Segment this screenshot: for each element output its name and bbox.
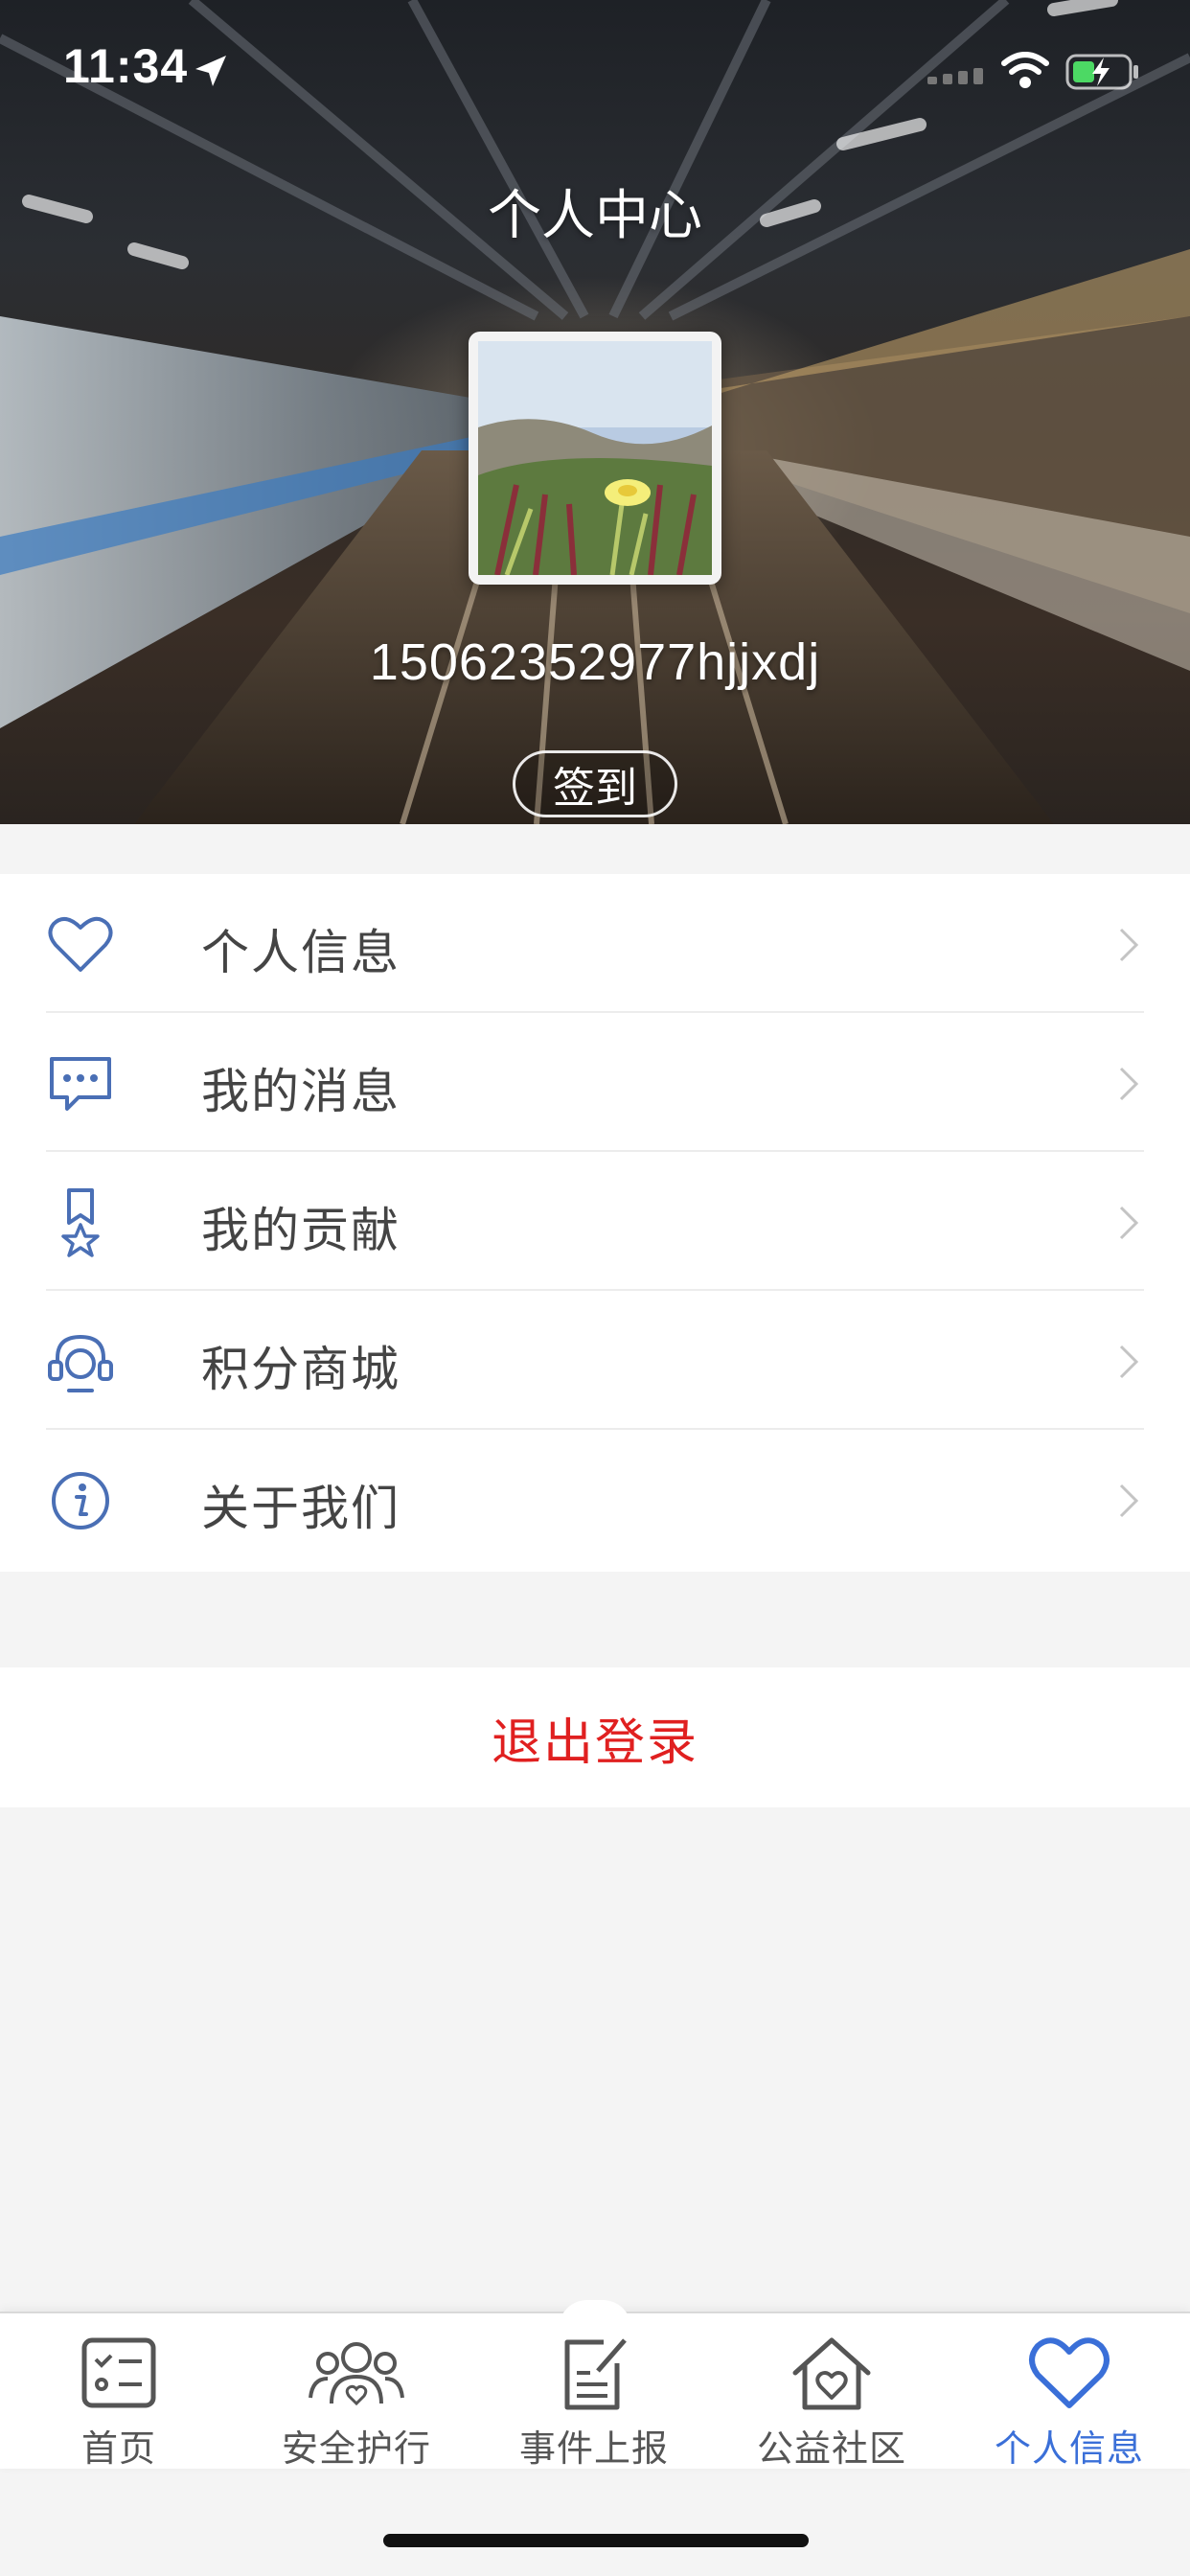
tab-personal-info[interactable]: 个人信息 (950, 2313, 1188, 2470)
people-heart-icon (309, 2342, 404, 2406)
tab-label: 安全护行 (281, 2427, 431, 2470)
status-time: 11:34 (63, 39, 189, 93)
cellular-signal-icon (927, 68, 983, 84)
chevron-right-icon (1119, 928, 1139, 962)
chevron-right-icon (1119, 1484, 1139, 1518)
chevron-right-icon (1119, 1206, 1139, 1240)
checkin-button[interactable]: 签到 (513, 750, 677, 817)
menu-item-label: 我的消息 (201, 1064, 400, 1119)
report-edit-icon (564, 2338, 627, 2410)
avatar[interactable] (469, 332, 721, 585)
logout-row[interactable]: 退出登录 (0, 1668, 1190, 1807)
username: 15062352977hjjxdj (369, 633, 821, 691)
tab-safe-escort[interactable]: 安全护行 (238, 2313, 475, 2470)
battery-charging-icon (1065, 54, 1138, 90)
location-arrow-icon (195, 56, 226, 86)
chevron-right-icon (1119, 1067, 1139, 1101)
tab-label: 公益社区 (756, 2427, 906, 2470)
logout-button[interactable]: 退出登录 (492, 1702, 698, 1774)
profile-header: 11:34 个人中心 15062352977hjjxdj 签到 (0, 0, 1190, 824)
tab-public-community[interactable]: 公益社区 (713, 2313, 950, 2470)
ribbon-star-icon (61, 1188, 100, 1257)
heart-icon (1029, 2337, 1110, 2408)
home-indicator (383, 2534, 809, 2547)
tab-bar: 首页 安全护行 事件上报 公益社区 个人信息 (0, 2300, 1190, 2470)
menu-item-points-mall[interactable]: 积分商城 (0, 1291, 1190, 1430)
tab-report-event[interactable]: 事件上报 (475, 2313, 713, 2470)
menu-item-my-contribution[interactable]: 我的贡献 (0, 1152, 1190, 1291)
menu-list: 个人信息 我的消息 我的贡献 积分商城 关于我们 (0, 874, 1190, 1572)
tab-home[interactable]: 首页 (0, 2313, 238, 2470)
house-heart-icon (792, 2337, 871, 2410)
headset-icon (48, 1334, 113, 1392)
tab-label: 事件上报 (518, 2427, 669, 2470)
checklist-icon (81, 2337, 156, 2408)
page-title: 个人中心 (488, 185, 702, 247)
chevron-right-icon (1119, 1345, 1139, 1379)
menu-item-label: 个人信息 (201, 925, 400, 980)
tab-label: 个人信息 (994, 2427, 1144, 2470)
heart-icon (48, 916, 113, 972)
menu-item-label: 积分商城 (201, 1342, 400, 1397)
avatar-photo (478, 341, 712, 575)
menu-item-about-us[interactable]: 关于我们 (0, 1430, 1190, 1569)
tab-label: 首页 (80, 2427, 156, 2470)
info-icon (52, 1472, 109, 1530)
menu-item-label: 我的贡献 (201, 1203, 400, 1258)
menu-item-label: 关于我们 (201, 1481, 400, 1536)
message-bubble-icon (50, 1057, 111, 1111)
menu-item-my-messages[interactable]: 我的消息 (0, 1013, 1190, 1152)
wifi-icon (1001, 52, 1049, 88)
menu-item-personal-info[interactable]: 个人信息 (0, 874, 1190, 1013)
status-bar: 11:34 (0, 0, 1190, 126)
